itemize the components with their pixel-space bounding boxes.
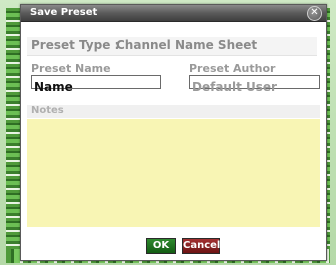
ok-button[interactable]: OK xyxy=(146,238,176,254)
preset-type-value: Channel Name Sheet xyxy=(116,38,258,52)
preset-author-field[interactable] xyxy=(189,75,320,93)
notes-textarea[interactable] xyxy=(27,119,320,227)
preset-author-label: Preset Author xyxy=(189,62,276,75)
dialog-titlebar[interactable]: Save Preset ✕ xyxy=(21,5,326,22)
dialog-title: Save Preset xyxy=(30,7,98,18)
cancel-button[interactable]: Cancel xyxy=(182,238,220,254)
notes-area[interactable] xyxy=(27,119,320,227)
preset-name-input[interactable] xyxy=(32,81,160,93)
notes-label: Notes xyxy=(31,105,64,116)
save-preset-dialog: Save Preset ✕ Preset Type : Channel Name… xyxy=(20,4,327,261)
close-icon[interactable]: ✕ xyxy=(307,6,322,21)
preset-type-label: Preset Type : xyxy=(31,38,120,52)
background-frame: Save Preset ✕ Preset Type : Channel Name… xyxy=(0,0,336,265)
notes-header: Notes xyxy=(27,105,320,118)
preset-name-label: Preset Name xyxy=(31,62,111,75)
preset-name-field[interactable] xyxy=(31,75,161,93)
preset-author-input[interactable] xyxy=(190,81,319,93)
preset-type-row: Preset Type : Channel Name Sheet xyxy=(27,37,317,56)
